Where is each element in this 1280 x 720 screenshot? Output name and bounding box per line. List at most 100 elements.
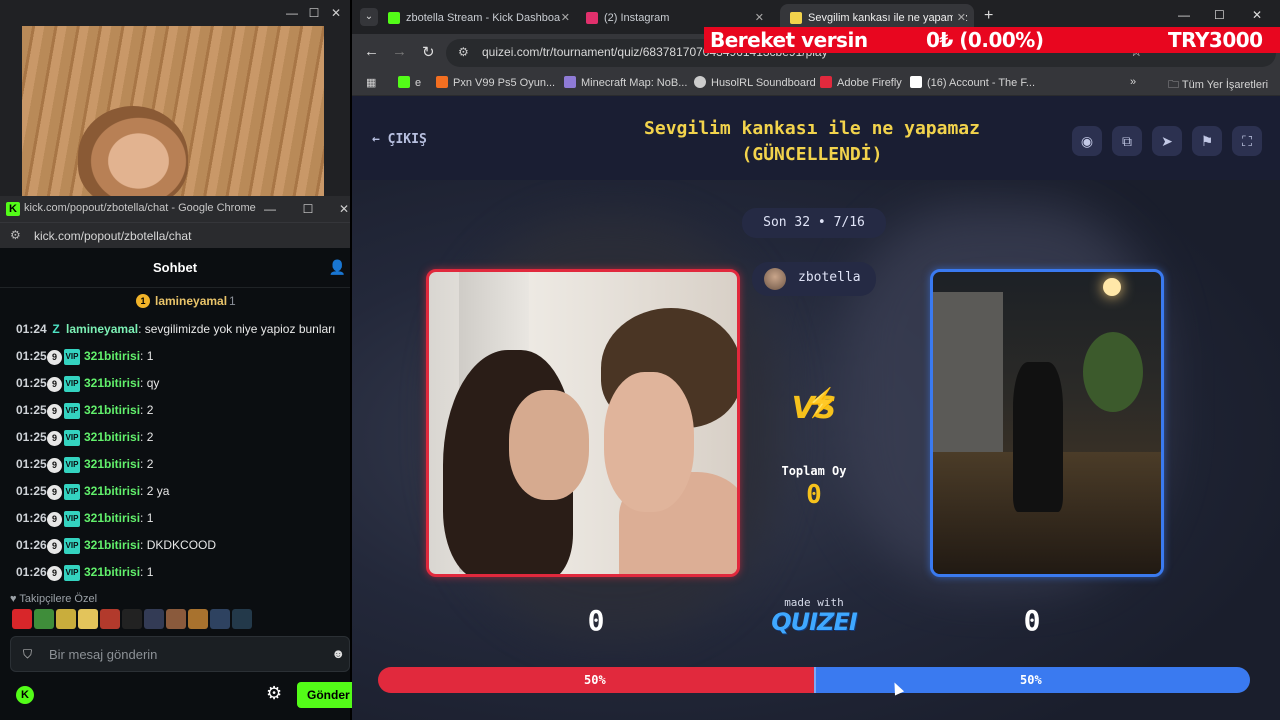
bookmark-label: Minecraft Map: NoB... [581,77,688,89]
sub-months-badge: 9 [47,430,62,446]
followers-only-text: Takipçilere Özel [19,593,98,605]
chat-input[interactable]: ⛉ Bir mesaj gönderin ☻ [10,636,350,672]
message-user[interactable]: 321bitirisi [84,349,140,363]
bookmark-item[interactable]: Adobe Firefly [820,76,902,89]
forward-icon[interactable]: → [392,43,407,60]
bookmark-item[interactable]: (16) Account - The F... [910,76,1035,89]
lightning-icon: ⚡ [804,387,839,418]
tab-search-icon[interactable]: ⌄ [360,8,378,26]
kick-icon [388,12,400,25]
emote-icon[interactable] [188,609,208,629]
new-tab-icon[interactable]: + [984,7,993,25]
maximize-icon[interactable]: ☐ [300,201,316,217]
minimize-icon[interactable]: — [284,5,300,21]
message-user[interactable]: 321bitirisi [84,538,140,552]
message-user[interactable]: 321bitirisi [84,457,140,471]
subscriber-badge-icon: VIP [64,376,80,392]
chat-message[interactable]: 01:25 9 VIP 321bitirisi: 2 [16,457,153,479]
gear-icon[interactable]: ⚙ [266,683,282,704]
emote-icon[interactable] [210,609,230,629]
emote-icon[interactable] [166,609,186,629]
emote-icon[interactable] [144,609,164,629]
pinned-user-count: 1 [229,294,236,308]
bookmark-item[interactable]: Pxn V99 Ps5 Oyun... [436,76,555,89]
ticker-text-left: Bereket versin [710,28,868,52]
option-card-right[interactable] [930,269,1164,577]
emote-icon[interactable] [34,609,54,629]
exit-button[interactable]: ← ÇIKIŞ [372,132,427,147]
message-text: 1 [146,511,154,526]
message-user[interactable]: 321bitirisi [84,403,140,417]
emote-icon[interactable] [78,609,98,629]
maximize-icon[interactable]: ☐ [306,5,322,21]
tab-label: (2) Instagram [604,12,670,24]
share-icon[interactable]: ⧉ [1112,126,1142,156]
close-icon[interactable]: ✕ [328,5,344,21]
close-icon[interactable]: ✕ [336,201,352,217]
emote-icon[interactable] [122,609,142,629]
emote-icon[interactable] [100,609,120,629]
fullscreen-icon[interactable]: ⛶ [1232,126,1262,156]
bookmark-item[interactable]: e [398,76,421,89]
send-button[interactable]: Gönder [297,682,357,708]
users-icon[interactable]: 👤 [329,259,346,276]
flag-icon[interactable]: ⚑ [1192,126,1222,156]
site-settings-icon[interactable]: ⚙ [458,45,469,59]
chat-message[interactable]: 01:25 9 VIP 321bitirisi: 1 [16,349,153,371]
message-user[interactable]: 321bitirisi [84,430,140,444]
chat-message[interactable]: 01:25 9 VIP 321bitirisi: 2 [16,430,153,452]
maximize-icon[interactable]: ☐ [1214,8,1225,22]
message-user[interactable]: 321bitirisi [84,565,140,579]
emote-icon[interactable] [12,609,32,629]
kick-logo-icon[interactable]: K [16,686,34,704]
option-card-left[interactable] [426,269,740,577]
close-tab-icon[interactable]: ✕ [561,4,570,32]
host-pill[interactable]: zbotella [752,262,876,296]
pinned-user[interactable]: 1 lamineyamal 1 [0,288,350,314]
sub-months-badge: 9 [47,511,62,527]
chat-message[interactable]: 01:25 9 VIP 321bitirisi: 2 [16,403,153,425]
instagram-icon [586,12,598,25]
photo-detail [1013,362,1063,512]
minimize-icon[interactable]: — [1178,8,1190,22]
chat-input-placeholder[interactable]: Bir mesaj gönderin [49,647,157,662]
send-icon[interactable]: ➤ [1152,126,1182,156]
apps-icon[interactable]: ▦ [366,76,376,89]
bookmark-item[interactable]: HusolRL Soundboard [694,76,816,89]
eye-icon[interactable]: ◉ [1072,126,1102,156]
all-bookmarks[interactable]: 🗀 Tüm Yer İşaretleri [1168,76,1268,95]
chat-urlbar[interactable]: ⚙ kick.com/popout/zbotella/chat [0,222,350,248]
chat-message[interactable]: 01:26 9 VIP 321bitirisi: DKDKCOOD [16,538,216,560]
message-user[interactable]: 321bitirisi [84,484,140,498]
photo-detail [509,390,589,500]
chat-message[interactable]: 01:25 9 VIP 321bitirisi: qy [16,376,159,398]
sub-months-badge: 9 [47,349,62,365]
close-icon[interactable]: ✕ [1252,8,1262,22]
chat-window-title: kick.com/popout/zbotella/chat - Google C… [24,202,256,214]
tab-kick-dashboard[interactable]: zbotella Stream - Kick Dashboa ✕ [388,4,578,32]
message-time: 01:25 [16,457,47,472]
site-settings-icon[interactable]: ⚙ [10,228,21,242]
ticker-text-right: TRY3000 [1168,28,1263,52]
emote-icon[interactable] [232,609,252,629]
message-text: qy [146,376,160,391]
message-user[interactable]: 321bitirisi [84,511,140,525]
more-bookmarks-icon[interactable]: » [1130,76,1136,88]
total-votes-value: 0 [806,480,822,510]
avatar [764,268,786,290]
message-user[interactable]: 321bitirisi [84,376,140,390]
message-time: 01:25 [16,376,47,391]
emoji-icon[interactable]: ☻ [331,646,345,661]
minimize-icon[interactable]: — [262,201,278,217]
chat-message[interactable]: 01:26 9 VIP 321bitirisi: 1 [16,565,153,587]
chat-message[interactable]: 01:24 Z lamineyamal: sevgilimizde yok ni… [16,322,336,344]
reload-icon[interactable]: ↻ [422,43,435,61]
chat-url[interactable]: kick.com/popout/zbotella/chat [34,229,191,243]
bookmark-item[interactable]: Minecraft Map: NoB... [564,76,687,89]
chat-message[interactable]: 01:26 9 VIP 321bitirisi: 1 [16,511,153,533]
message-user[interactable]: lamineyamal [66,322,138,336]
emote-icon[interactable] [56,609,76,629]
back-icon[interactable]: ← [364,43,379,60]
chat-message[interactable]: 01:25 9 VIP 321bitirisi: 2 ya [16,484,169,506]
subscriber-badge-icon: VIP [64,484,80,500]
